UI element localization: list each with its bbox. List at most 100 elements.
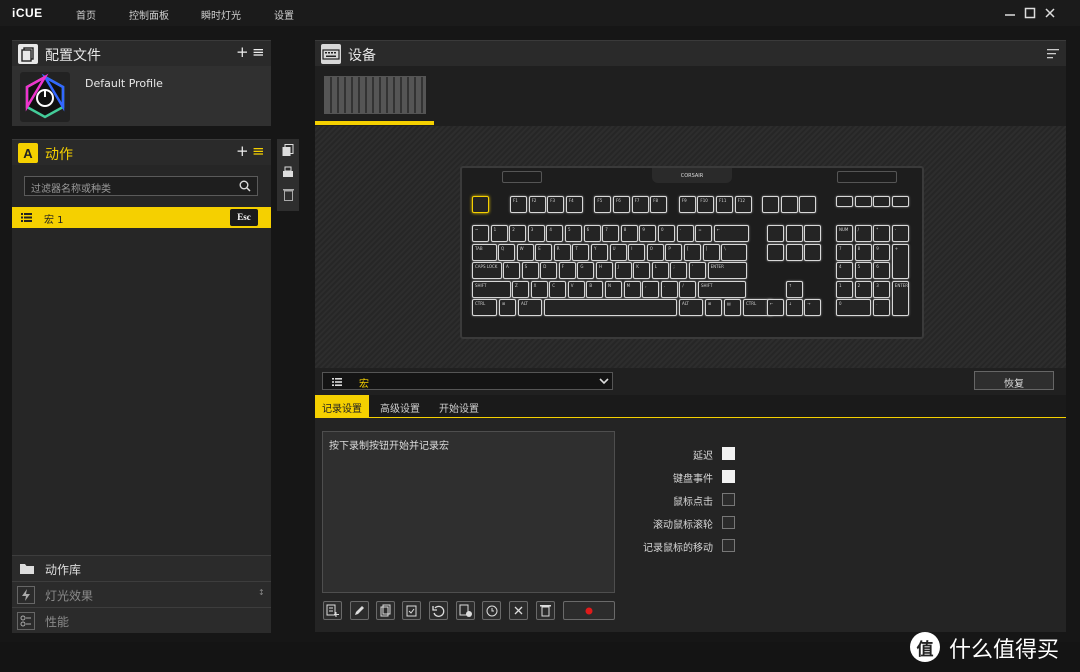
key-num[interactable]: 8 <box>854 243 872 261</box>
key[interactable]: = <box>695 225 713 242</box>
key[interactable]: \ <box>721 243 748 261</box>
key-nav[interactable] <box>767 243 784 261</box>
key-arrow[interactable]: ↑ <box>785 280 803 298</box>
key-f[interactable]: F6 <box>613 196 630 213</box>
key-f[interactable]: F11 <box>716 196 733 213</box>
tab-start-settings[interactable]: 开始设置 <box>432 395 486 417</box>
key-num[interactable]: 3 <box>873 280 891 298</box>
key[interactable]: 3 <box>527 225 545 242</box>
key-media[interactable] <box>836 196 853 207</box>
lighting-effects-item[interactable]: 灯光效果 ↕ <box>12 581 271 607</box>
key-nav[interactable] <box>804 225 822 242</box>
key[interactable]: ← <box>713 225 749 242</box>
key-f[interactable]: F7 <box>631 196 649 213</box>
timer-icon[interactable] <box>482 601 501 620</box>
key-media[interactable] <box>854 196 872 207</box>
device-thumbnail[interactable] <box>324 76 426 114</box>
paste-event-icon[interactable] <box>402 601 421 620</box>
key[interactable]: 1 <box>490 225 508 242</box>
key[interactable]: T <box>572 243 590 261</box>
device-menu-icon[interactable] <box>1047 49 1059 59</box>
option-checkbox[interactable] <box>722 470 735 483</box>
key-num[interactable]: 6 <box>873 262 891 280</box>
key-num[interactable]: NUM <box>836 225 853 242</box>
key-num[interactable]: 2 <box>854 280 872 298</box>
key-f[interactable]: F3 <box>547 196 565 213</box>
action-library-item[interactable]: 动作库 <box>12 555 271 581</box>
key-num[interactable]: 0 <box>836 299 871 317</box>
minimize-icon[interactable] <box>1003 6 1017 20</box>
key-f[interactable]: F2 <box>528 196 546 213</box>
action-filter-input[interactable]: 过滤器名称或种类 <box>24 176 258 196</box>
key-arrow[interactable]: ↓ <box>785 299 803 317</box>
key[interactable]: / <box>679 280 697 298</box>
search-icon[interactable] <box>239 180 251 192</box>
key[interactable]: 6 <box>583 225 601 242</box>
edit-event-icon[interactable] <box>350 601 369 620</box>
key[interactable]: D <box>540 262 558 280</box>
key[interactable]: 0 <box>658 225 675 242</box>
key-num[interactable]: + <box>891 243 909 279</box>
key[interactable]: E <box>535 243 553 261</box>
tab-record-settings[interactable]: 记录设置 <box>315 395 369 417</box>
key[interactable]: M <box>623 280 641 298</box>
insert-delay-icon[interactable] <box>456 601 475 620</box>
key[interactable]: P <box>665 243 683 261</box>
key[interactable]: B <box>586 280 604 298</box>
restore-button[interactable]: 恢复 <box>974 371 1054 390</box>
key[interactable]: K <box>633 262 651 280</box>
key-f[interactable]: F8 <box>650 196 668 213</box>
key[interactable]: SHIFT <box>698 280 746 298</box>
key-media[interactable] <box>873 196 891 207</box>
key[interactable]: ] <box>702 243 720 261</box>
performance-item[interactable]: 性能 <box>12 607 271 633</box>
key[interactable]: ; <box>670 262 688 280</box>
clear-icon[interactable] <box>509 601 528 620</box>
copy-event-icon[interactable] <box>376 601 395 620</box>
key-f[interactable]: F5 <box>594 196 612 213</box>
key-media[interactable] <box>891 196 909 207</box>
key[interactable]: O <box>646 243 664 261</box>
key[interactable]: 4 <box>546 225 564 242</box>
delete-action-icon[interactable] <box>283 188 294 201</box>
key-num[interactable]: - <box>891 225 909 242</box>
key[interactable]: Q <box>498 243 515 261</box>
delete-event-icon[interactable] <box>536 601 555 620</box>
key[interactable]: N <box>605 280 622 298</box>
key[interactable]: . <box>660 280 678 298</box>
key[interactable]: 5 <box>565 225 582 242</box>
profile-menu-button[interactable]: ≡ <box>252 43 265 61</box>
key-num[interactable]: / <box>854 225 872 242</box>
key[interactable]: ⊞ <box>499 299 516 317</box>
key[interactable] <box>799 196 817 213</box>
key[interactable]: ⊞ <box>705 299 722 317</box>
key-f[interactable]: F1 <box>510 196 527 213</box>
maximize-icon[interactable] <box>1023 6 1037 20</box>
key[interactable]: ALT <box>679 299 703 317</box>
key[interactable]: C <box>549 280 567 298</box>
key[interactable]: 2 <box>509 225 527 242</box>
macro-list-item[interactable]: 宏 1 Esc <box>12 207 271 228</box>
record-button[interactable] <box>563 601 615 620</box>
key[interactable]: X <box>530 280 548 298</box>
key[interactable] <box>762 196 779 213</box>
key-num[interactable]: * <box>873 225 891 242</box>
key-num[interactable]: 4 <box>836 262 853 280</box>
key[interactable]: G <box>577 262 595 280</box>
key-num[interactable]: 5 <box>854 262 872 280</box>
key[interactable]: ' <box>689 262 706 280</box>
macro-event-list[interactable]: 按下录制按钮开始并记录宏 <box>322 431 615 593</box>
key[interactable]: ENTER <box>707 262 747 280</box>
key[interactable]: J <box>614 262 632 280</box>
key[interactable]: SHIFT <box>472 280 511 298</box>
key[interactable]: [ <box>684 243 701 261</box>
key-f[interactable]: F12 <box>734 196 752 213</box>
copy-action-icon[interactable] <box>282 144 294 157</box>
key[interactable]: R <box>553 243 571 261</box>
key-arrow[interactable]: → <box>804 299 822 317</box>
keyboard-image[interactable]: CORSAIR F1 F2 F3 F4 F5 F6 F7 F8 F9 F10 F11 F12 ~1 2 3 4… <box>460 166 924 339</box>
action-type-select[interactable]: 宏 <box>322 372 613 390</box>
nav-dashboard[interactable]: 控制面板 <box>129 7 169 22</box>
key[interactable]: I <box>628 243 646 261</box>
key-num[interactable]: 7 <box>836 243 853 261</box>
